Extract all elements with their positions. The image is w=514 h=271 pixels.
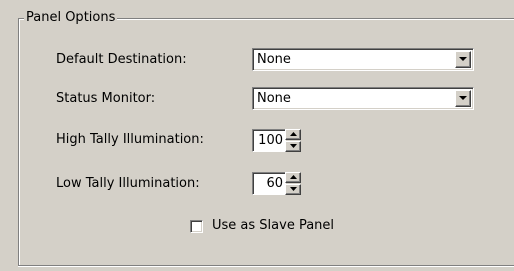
default-destination-dropdown-button[interactable]	[455, 51, 471, 68]
low-tally-spinner	[285, 172, 301, 195]
groupbox-title: Panel Options	[24, 10, 118, 26]
high-tally-input[interactable]: 100	[252, 129, 286, 152]
status-monitor-dropdown-button[interactable]	[455, 90, 471, 107]
low-tally-down-button[interactable]	[285, 184, 301, 195]
arrow-down-icon	[290, 144, 297, 148]
status-monitor-select[interactable]: None	[252, 87, 474, 110]
arrow-up-icon	[290, 132, 297, 136]
groupbox-bottom-border	[18, 265, 514, 266]
arrow-down-icon	[290, 187, 297, 191]
arrow-up-icon	[290, 175, 297, 179]
status-monitor-label: Status Monitor:	[56, 91, 156, 106]
low-tally-value: 60	[266, 176, 283, 191]
default-destination-select[interactable]: None	[252, 48, 474, 71]
chevron-down-icon	[459, 57, 467, 61]
high-tally-up-button[interactable]	[285, 129, 301, 140]
default-destination-label: Default Destination:	[56, 52, 187, 67]
status-monitor-value: None	[257, 91, 291, 106]
chevron-down-icon	[459, 96, 467, 100]
panel-options-page: Panel Options Default Destination: None …	[0, 0, 514, 271]
high-tally-value: 100	[258, 133, 283, 148]
low-tally-up-button[interactable]	[285, 172, 301, 183]
low-tally-input[interactable]: 60	[252, 172, 286, 195]
slave-panel-checkbox[interactable]	[190, 220, 203, 233]
slave-panel-label[interactable]: Use as Slave Panel	[212, 218, 334, 234]
high-tally-spinner	[285, 129, 301, 152]
default-destination-value: None	[257, 52, 291, 67]
high-tally-down-button[interactable]	[285, 141, 301, 152]
low-tally-label: Low Tally Illumination:	[56, 176, 200, 191]
high-tally-label: High Tally Illumination:	[56, 132, 204, 147]
